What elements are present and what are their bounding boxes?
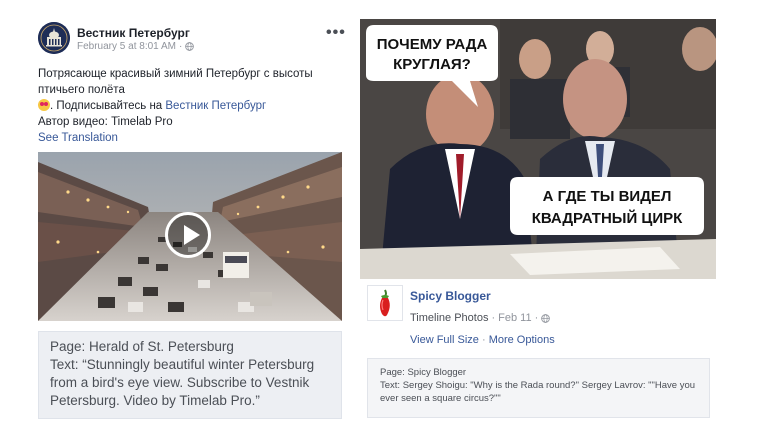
video-thumbnail[interactable] [38, 152, 342, 321]
subscribe-prefix: . Подписывайтесь на [50, 100, 166, 112]
meme-text-bottom-2: КВАДРАТНЫЙ ЦИРК [532, 209, 683, 227]
page-name-spicy-blogger[interactable]: Spicy Blogger [410, 289, 491, 303]
play-icon[interactable] [165, 212, 211, 258]
globe-icon [185, 42, 195, 51]
translation-caption-right: Page: Spicy Blogger Text: Sergey Shoigu:… [367, 358, 710, 418]
post-date[interactable]: Feb 11 [498, 312, 531, 324]
links-separator: · [481, 334, 486, 346]
heart-eyes-emoji-icon [38, 99, 50, 111]
post-text-line-1: Потрясающе красивый зимний Петербург с в… [38, 68, 313, 80]
caption-page-right: Page: Spicy Blogger [380, 367, 467, 378]
meme-text-top-1: ПОЧЕМУ РАДА [377, 36, 488, 53]
post-meta-right: Timeline Photos · Feb 11 · [410, 312, 551, 324]
caption-page: Page: Herald of St. Petersburg [50, 339, 234, 354]
caption-text-right: Text: Sergey Shoigu: "Why is the Rada ro… [380, 380, 696, 404]
cathedral-logo-icon [38, 22, 70, 54]
page-avatar-vestnik[interactable] [38, 22, 70, 54]
chili-pepper-icon [380, 289, 390, 317]
post-meta: February 5 at 8:01 AM · [77, 41, 195, 52]
subscribe-line: . Подписывайтесь на Вестник Петербург [38, 98, 328, 114]
view-full-size-link[interactable]: View Full Size [410, 334, 479, 346]
meme-image[interactable]: ПОЧЕМУ РАДА КРУГЛАЯ? А ГДЕ ТЫ ВИДЕЛ КВАД… [360, 19, 716, 279]
author-line: Автор видео: Timelab Pro [38, 116, 173, 128]
subscribe-page-link[interactable]: Вестник Петербург [165, 100, 266, 112]
page-name[interactable]: Вестник Петербург [77, 26, 190, 40]
meta-separator: · [178, 41, 183, 52]
globe-icon [541, 313, 551, 323]
page-avatar-spicy-blogger[interactable] [367, 285, 403, 321]
post-text: Потрясающе красивый зимний Петербург с в… [38, 66, 328, 130]
translation-caption-left: Page: Herald of St. Petersburg Text: “St… [38, 331, 342, 419]
meme-text-bottom-1: А ГДЕ ТЫ ВИДЕЛ [543, 188, 672, 205]
meta-separator: · [491, 312, 496, 324]
see-translation-link[interactable]: See Translation [38, 132, 118, 144]
more-options-button[interactable]: ••• [326, 24, 346, 42]
post-timestamp[interactable]: February 5 at 8:01 AM [77, 41, 176, 52]
meme-photo-two-officials: ПОЧЕМУ РАДА КРУГЛАЯ? А ГДЕ ТЫ ВИДЕЛ КВАД… [360, 19, 716, 279]
photo-links: View Full Size · More Options [410, 334, 555, 346]
post-text-line-2: птичьего полёта [38, 84, 125, 96]
meta-separator-2: · [534, 312, 539, 324]
caption-text: Text: “Stunningly beautiful winter Peter… [50, 357, 315, 408]
meme-text-top-2: КРУГЛАЯ? [393, 56, 471, 73]
album-link[interactable]: Timeline Photos [410, 312, 488, 324]
more-options-link[interactable]: More Options [489, 334, 555, 346]
